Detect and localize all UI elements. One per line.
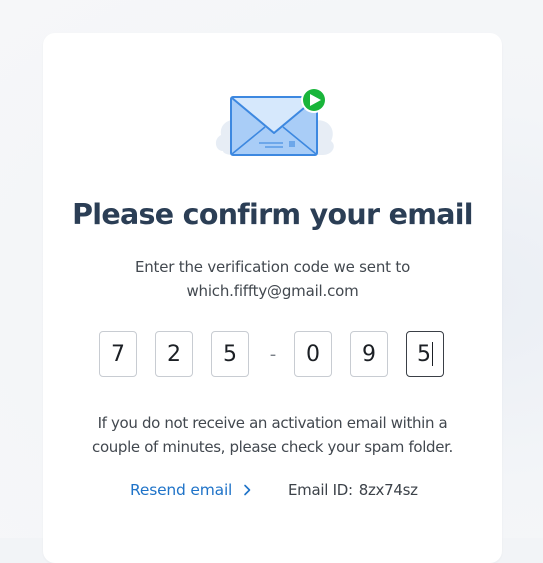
code-digit-2[interactable]: 2 [155, 331, 193, 377]
resend-email-label: Resend email [130, 481, 233, 499]
code-digit-5[interactable]: 9 [350, 331, 388, 377]
code-digit-3[interactable]: 5 [211, 331, 249, 377]
envelope-with-play-badge-icon [215, 87, 334, 156]
notice-line-2: couple of minutes, please check your spa… [92, 438, 453, 456]
code-digit-3-value: 5 [223, 341, 237, 367]
email-id-value: 8zx74sz [358, 481, 418, 499]
code-digit-2-value: 2 [167, 341, 181, 367]
code-digit-4[interactable]: 0 [294, 331, 332, 377]
code-digit-1-value: 7 [111, 341, 125, 367]
text-caret [432, 342, 433, 366]
email-id: Email ID: 8zx74sz [288, 478, 418, 502]
verification-instruction: Enter the verification code we sent to w… [43, 255, 502, 303]
notice-line-1: If you do not receive an activation emai… [97, 414, 448, 432]
code-digit-5-value: 9 [362, 341, 376, 367]
verification-code-input: 7 2 5 - 0 9 5 [43, 329, 502, 381]
confirm-email-card: Please confirm your email Enter the veri… [43, 33, 502, 563]
email-address: which.fiffty@gmail.com [186, 282, 359, 300]
resend-email-link[interactable]: Resend email [130, 478, 253, 502]
instruction-text: Enter the verification code we sent to [134, 258, 411, 276]
code-digit-6-value: 5 [417, 341, 431, 367]
email-id-label: Email ID: [288, 481, 353, 499]
code-separator: - [269, 343, 277, 365]
page-title: Please confirm your email [72, 198, 473, 231]
code-digit-1[interactable]: 7 [99, 331, 137, 377]
chevron-right-icon [243, 483, 253, 497]
spam-notice: If you do not receive an activation emai… [43, 411, 502, 459]
code-digit-4-value: 0 [306, 341, 320, 367]
code-digit-6[interactable]: 5 [406, 331, 444, 377]
